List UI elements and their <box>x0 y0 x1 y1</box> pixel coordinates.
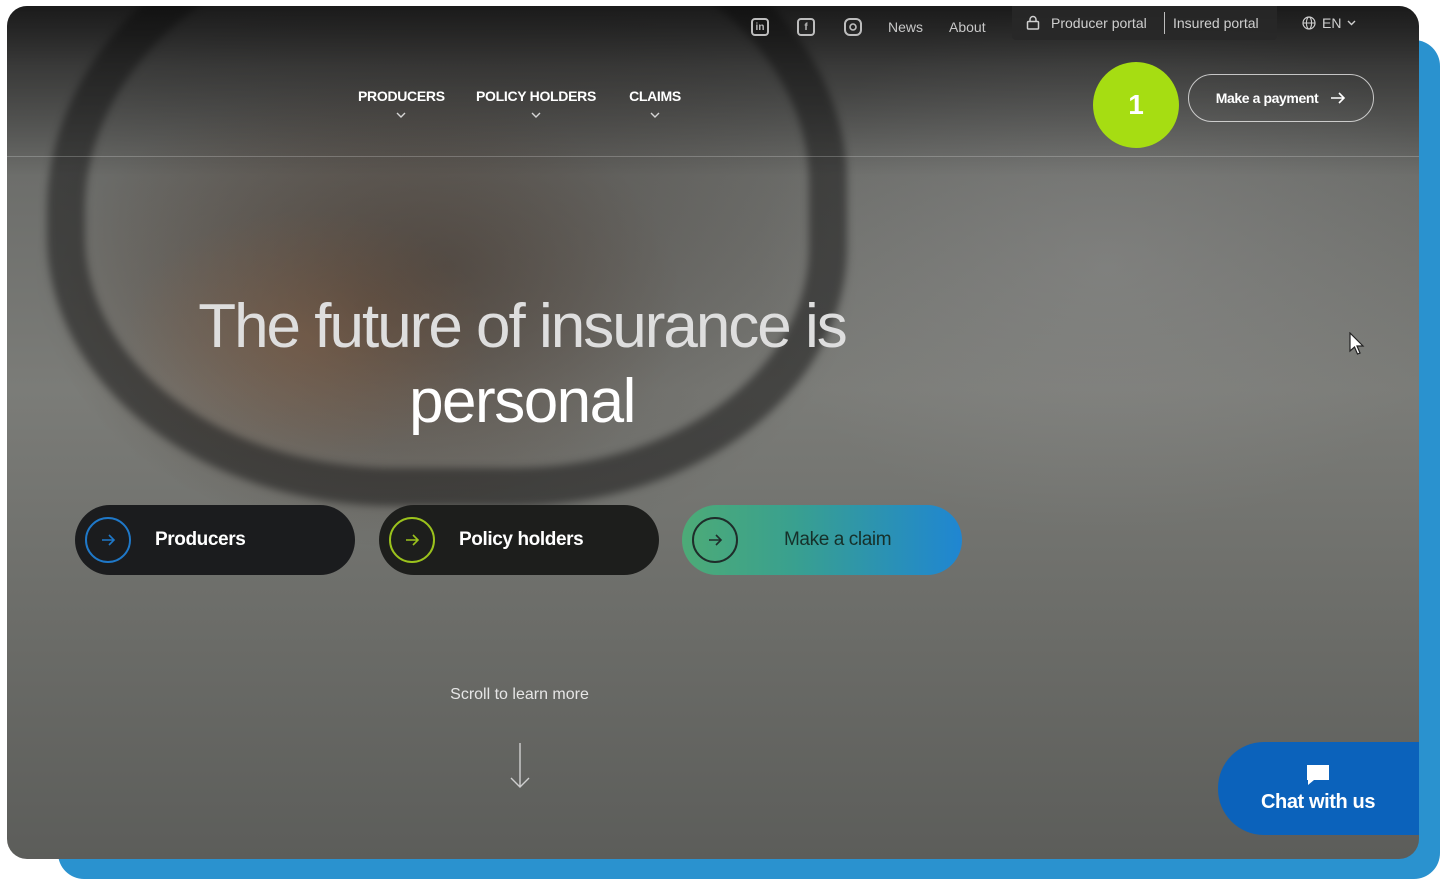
arrow-right-circle-icon <box>85 517 131 563</box>
nav-producers-label: PRODUCERS <box>358 88 445 104</box>
website-screen: in f News About Producer portal Insured … <box>7 6 1419 859</box>
chat-with-us-label: Chat with us <box>1260 791 1376 813</box>
make-payment-button[interactable]: Make a payment <box>1188 74 1374 122</box>
arrow-down-icon[interactable] <box>507 741 533 791</box>
make-claim-cta-label: Make a claim <box>784 529 892 550</box>
insured-portal-link[interactable]: Insured portal <box>1173 15 1259 31</box>
lock-icon <box>1026 15 1040 30</box>
hero-title-line-2: personal <box>409 367 636 436</box>
news-link[interactable]: News <box>888 19 923 35</box>
nav-policy-holders-label: POLICY HOLDERS <box>475 88 596 104</box>
chevron-down-icon <box>531 112 541 118</box>
portal-separator <box>1164 12 1165 34</box>
scroll-hint: Scroll to learn more <box>450 686 589 703</box>
header-divider <box>7 156 1419 157</box>
arrow-right-circle-icon <box>389 517 435 563</box>
instagram-icon[interactable] <box>844 18 862 36</box>
make-payment-label: Make a payment <box>1215 90 1319 106</box>
chat-bubble-icon <box>1307 765 1329 785</box>
nav-policy-holders[interactable]: POLICY HOLDERS <box>475 88 597 120</box>
nav-claims-label: CLAIMS <box>629 88 681 104</box>
chat-with-us-button[interactable]: Chat with us <box>1218 742 1419 835</box>
facebook-icon[interactable]: f <box>797 18 815 36</box>
utility-bar: in f News About Producer portal Insured … <box>7 6 1419 50</box>
chevron-down-icon <box>396 112 406 118</box>
portal-links: Producer portal Insured portal <box>1012 6 1277 40</box>
nav-claims[interactable]: CLAIMS <box>626 88 684 120</box>
chevron-down-icon <box>650 112 660 118</box>
nav-producers[interactable]: PRODUCERS <box>358 88 445 120</box>
globe-icon <box>1302 16 1316 30</box>
step-badge: 1 <box>1093 62 1179 148</box>
linkedin-icon[interactable]: in <box>751 18 769 36</box>
producers-cta-button[interactable]: Producers <box>75 505 355 575</box>
arrow-right-circle-icon <box>692 517 738 563</box>
policy-holders-cta-label: Policy holders <box>459 529 584 550</box>
chevron-down-icon <box>1347 20 1356 26</box>
mouse-cursor-icon <box>1349 332 1365 355</box>
arrow-right-icon <box>1331 92 1346 104</box>
language-selector[interactable]: EN <box>1302 15 1356 31</box>
about-link[interactable]: About <box>949 19 986 35</box>
producers-cta-label: Producers <box>155 529 246 550</box>
language-label: EN <box>1322 15 1342 31</box>
make-claim-cta-button[interactable]: Make a claim <box>682 505 962 575</box>
hero-title-line-1: The future of insurance is <box>198 292 848 361</box>
policy-holders-cta-button[interactable]: Policy holders <box>379 505 659 575</box>
producer-portal-link[interactable]: Producer portal <box>1051 15 1147 31</box>
